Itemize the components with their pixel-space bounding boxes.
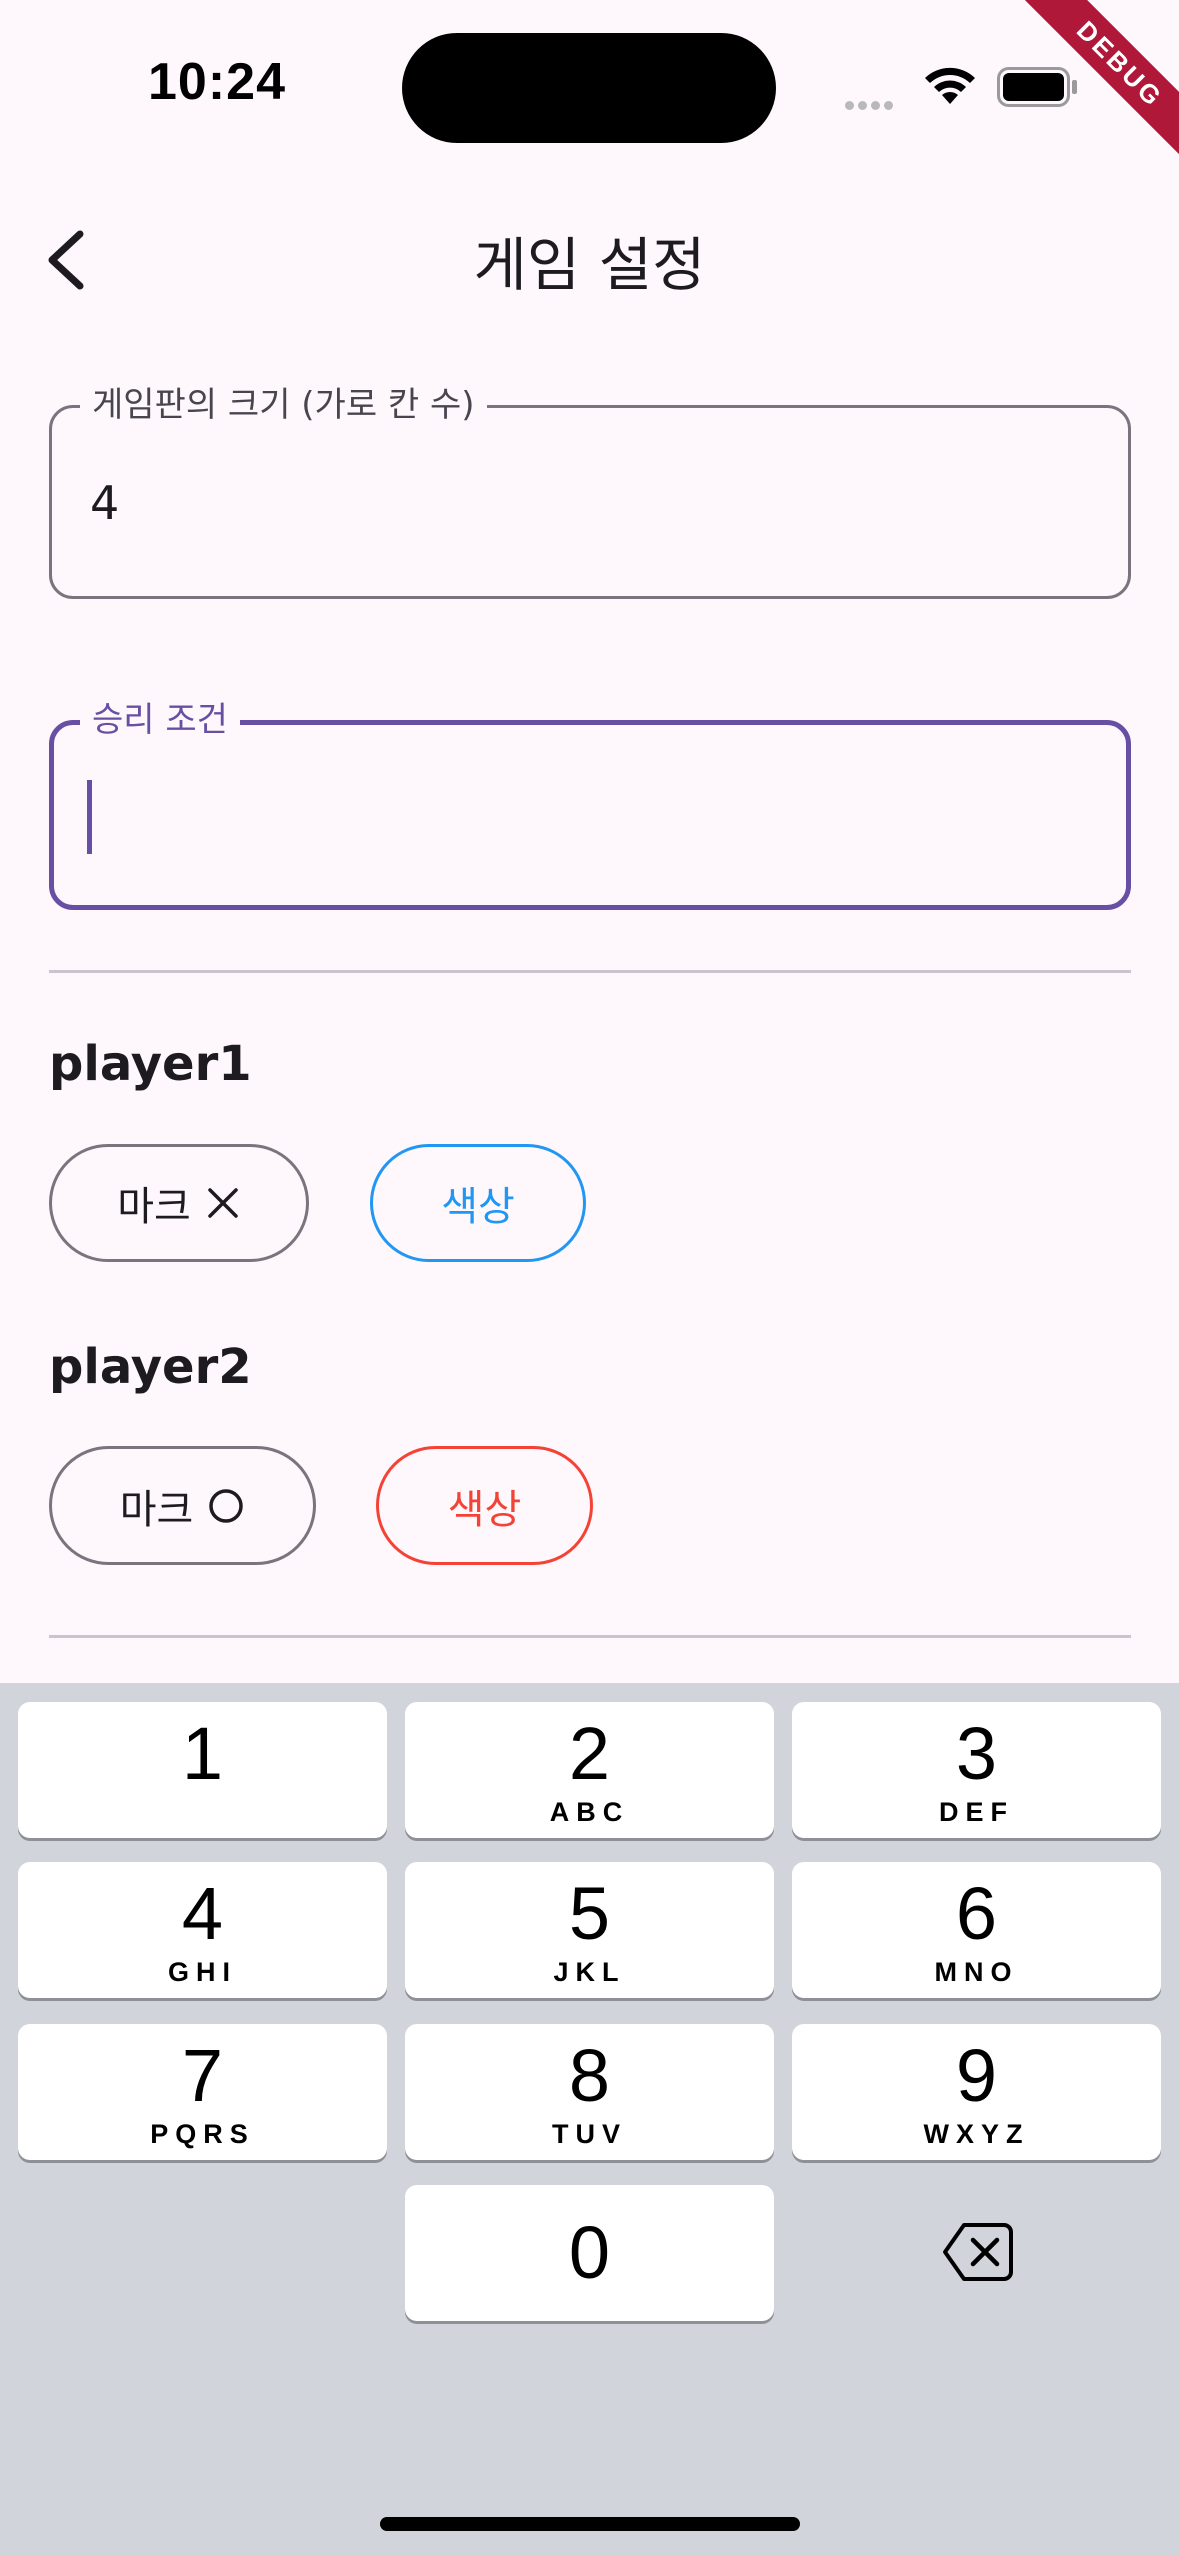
board-size-value: 4 xyxy=(90,476,120,530)
key-digit: 0 xyxy=(568,2211,611,2294)
key-9[interactable]: 9 WXYZ xyxy=(792,2024,1161,2160)
status-time: 10:24 xyxy=(148,53,286,111)
key-0[interactable]: 0 xyxy=(405,2185,774,2321)
home-indicator xyxy=(380,2517,800,2531)
key-digit: 5 xyxy=(568,1872,611,1955)
key-8[interactable]: 8 TUV xyxy=(405,2024,774,2160)
player2-title: player2 xyxy=(49,1339,252,1395)
key-digit: 4 xyxy=(181,1872,224,1955)
key-7[interactable]: 7 PQRS xyxy=(18,2024,387,2160)
player2-mark-button[interactable]: 마크 xyxy=(49,1446,316,1565)
key-letters: TUV xyxy=(552,2119,627,2149)
player1-mark-button[interactable]: 마크 xyxy=(49,1144,309,1262)
dynamic-island xyxy=(402,33,776,143)
key-letters: ABC xyxy=(549,1797,630,1827)
key-digit: 7 xyxy=(181,2034,224,2117)
player1-color-button[interactable]: 색상 xyxy=(370,1144,586,1262)
key-letters: PQRS xyxy=(150,2119,255,2149)
o-mark-icon xyxy=(207,1487,245,1525)
win-condition-field[interactable]: 승리 조건 xyxy=(49,698,1131,910)
backspace-icon xyxy=(943,2223,1013,2281)
key-digit: 8 xyxy=(568,2034,611,2117)
key-digit: 6 xyxy=(955,1872,998,1955)
cellular-signal-icon xyxy=(845,95,897,114)
key-digit: 9 xyxy=(955,2034,998,2117)
key-3[interactable]: 3 DEF xyxy=(792,1702,1161,1838)
key-5[interactable]: 5 JKL xyxy=(405,1862,774,1998)
divider xyxy=(49,970,1131,973)
page-title: 게임 설정 xyxy=(473,231,706,299)
game-settings-screen: 10:24 DEBUG 게임 설정 게임판의 크기 (가로 칸 수) 4 승리 … xyxy=(0,0,1179,2556)
key-4[interactable]: 4 GHI xyxy=(18,1862,387,1998)
key-6[interactable]: 6 MNO xyxy=(792,1862,1161,1998)
key-digit: 3 xyxy=(955,1712,998,1795)
key-digit: 2 xyxy=(568,1712,611,1795)
player2-color-button[interactable]: 색상 xyxy=(376,1446,593,1565)
board-size-label: 게임판의 크기 (가로 칸 수) xyxy=(80,383,487,427)
key-letters: DEF xyxy=(939,1797,1014,1827)
text-cursor xyxy=(87,780,92,854)
key-letters: WXYZ xyxy=(923,2119,1030,2149)
key-letters: GHI xyxy=(167,1957,237,1987)
x-mark-icon xyxy=(205,1185,241,1221)
mark-label: 마크 xyxy=(119,1486,194,1533)
battery-icon xyxy=(997,67,1077,107)
key-letters: JKL xyxy=(553,1957,626,1987)
key-letters: MNO xyxy=(934,1957,1019,1987)
color-label: 색상 xyxy=(447,1486,522,1533)
divider xyxy=(49,1635,1131,1638)
wifi-icon xyxy=(925,67,975,104)
key-2[interactable]: 2 ABC xyxy=(405,1702,774,1838)
mark-label: 마크 xyxy=(117,1184,191,1230)
delete-key[interactable] xyxy=(792,2185,1161,2321)
player1-title: player1 xyxy=(49,1036,252,1092)
color-label: 색상 xyxy=(441,1184,515,1230)
key-digit: 1 xyxy=(181,1712,224,1795)
key-1[interactable]: 1 xyxy=(18,1702,387,1838)
board-size-field[interactable]: 게임판의 크기 (가로 칸 수) 4 xyxy=(49,383,1131,599)
win-condition-label: 승리 조건 xyxy=(80,698,240,742)
